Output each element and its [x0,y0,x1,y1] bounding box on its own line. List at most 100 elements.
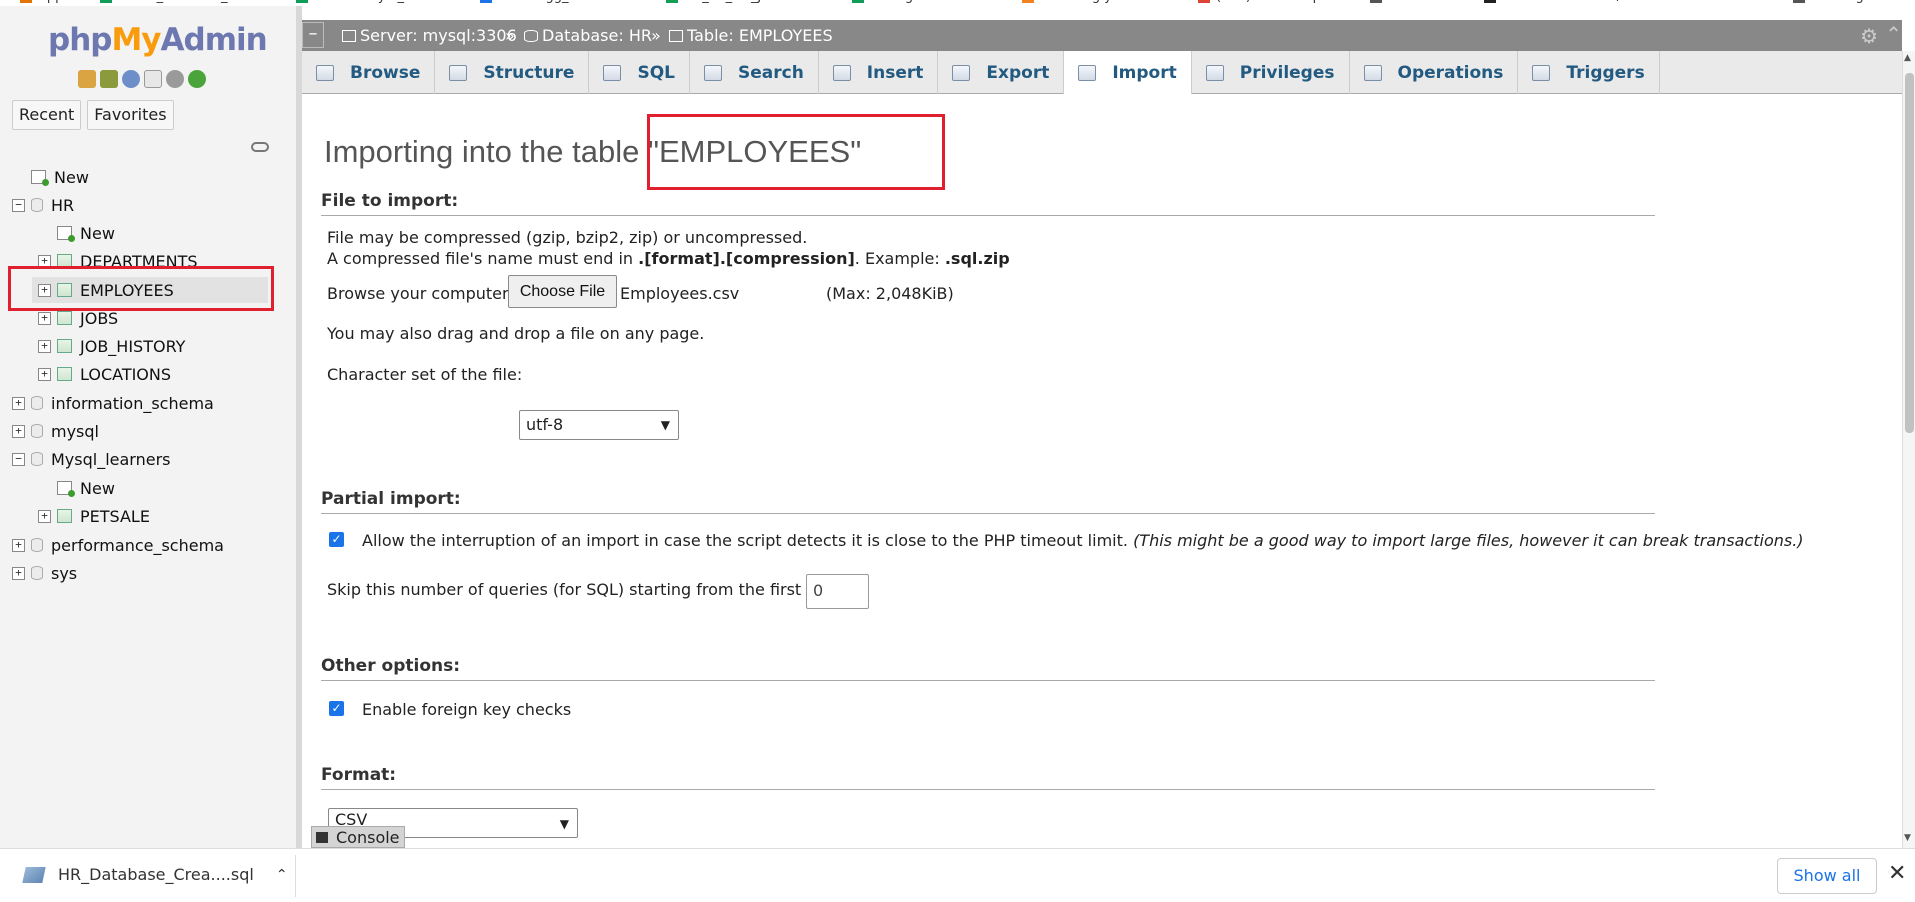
charset-select[interactable]: utf-8 ▼ [519,410,679,440]
expand-icon[interactable]: + [38,311,51,325]
collapse-nav-button[interactable]: – [302,22,324,48]
tree-item-petsale[interactable]: + PETSALE [38,503,150,529]
tab-export[interactable]: Export [938,51,1065,94]
tab-insert[interactable]: Insert [819,51,939,94]
bookmark-item[interactable]: Checking your brow... [1022,0,1181,4]
server-icon [342,30,356,42]
tree-item-label: JOB_HISTORY [80,336,186,356]
tab-search[interactable]: Search [690,51,819,94]
tree-item-locations[interactable]: + LOCATIONS [38,361,171,387]
tree-item-employees[interactable]: + EMPLOYEES [32,277,268,303]
bookmark-item[interactable]: Reading list [1793,0,1887,4]
expand-icon[interactable]: + [38,283,51,297]
reload-icon[interactable] [188,70,206,88]
close-icon[interactable]: ✕ [1888,861,1906,886]
main-scrollbar[interactable]: ▲ ▼ [1902,51,1915,848]
bookmark-item[interactable]: (234) Lens People [1198,0,1332,4]
collapse-icon[interactable]: − [12,452,25,466]
bookmark-item[interactable]: www.geeks.com [852,0,975,4]
tree-item-job-history[interactable]: + JOB_HISTORY [38,333,185,359]
tab-privileges[interactable]: Privileges [1192,51,1350,94]
favorites-button[interactable]: Favorites [87,100,174,130]
settings-gear-icon[interactable]: ⚙ [1860,24,1878,48]
sql-icon [603,64,622,81]
bookmark-item[interactable]: Count_Students_Sum... [100,0,269,4]
tab-browse[interactable]: Browse [302,51,436,94]
tab-operations[interactable]: Operations [1350,51,1519,94]
new-item-icon [31,170,49,186]
logout-icon[interactable] [100,70,118,88]
allow-interrupt-label: Allow the interruption of an import in c… [362,531,1804,550]
tree-item-mysql[interactable]: + mysql [12,418,99,444]
console-toggle[interactable]: Console [311,826,405,848]
show-all-button[interactable]: Show all [1777,858,1877,894]
tree-item-departments[interactable]: + DEPARTMENTS [38,248,198,274]
chevron-up-icon[interactable]: ⌃ [276,867,288,883]
recent-button[interactable]: Recent [12,100,82,130]
tree-item-label: HR [51,195,75,215]
table-tabs: Browse Structure SQL Search Insert Export Impo… [302,51,1902,95]
logo-admin: Admin [160,22,268,58]
scroll-up-icon[interactable]: ▲ [1904,53,1911,63]
quick-icons [78,70,206,88]
choose-file-button[interactable]: Choose File [508,275,617,308]
database-icon [31,424,43,438]
docs-icon[interactable] [144,70,162,88]
download-separator [295,855,296,897]
tree-item-new[interactable]: New [12,164,89,190]
expand-icon[interactable]: + [12,396,25,410]
tree-item-label: LOCATIONS [80,364,172,384]
bookmark-item[interactable]: Lokaliminds-2023/... [1484,0,1634,4]
format-section-heading: Format: [321,765,1655,790]
expand-icon[interactable]: + [38,254,51,268]
expand-icon[interactable]: + [12,538,25,552]
fk-checks-checkbox[interactable]: ✓ [329,701,344,716]
bookmark-item[interactable]: DE_BT_DB_Journal... [666,0,815,4]
new-item-icon [57,481,75,497]
tree-item-new[interactable]: New [38,220,115,246]
scrollbar-thumb[interactable] [1905,73,1914,433]
tree-item-label: DEPARTMENTS [80,251,198,271]
breadcrumb-server[interactable]: Server: mysql:3306 [342,26,517,45]
tree-item-sys[interactable]: + sys [12,560,77,586]
scroll-down-icon[interactable]: ▼ [1904,833,1911,843]
breadcrumb-table[interactable]: Table: EMPLOYEES [669,26,833,45]
expand-icon[interactable]: + [12,566,25,580]
sheets-icon [852,0,864,3]
link-with-main-icon[interactable] [251,142,269,152]
tree-item-performance-schema[interactable]: + performance_schema [12,532,224,558]
phpmyadmin-logo[interactable]: phpMyAdmin [48,22,268,58]
tree-item-label: sys [51,563,78,583]
database-icon [31,198,43,212]
file-section-heading: File to import: [321,191,1655,216]
bookmark-item[interactable]: Apps [20,0,70,4]
skip-queries-input[interactable]: 0 [806,574,869,609]
search-icon [703,64,722,81]
bookmark-item[interactable]: New Tab [1370,0,1443,4]
tree-item-mysql-learners[interactable]: − Mysql_learners [12,446,171,472]
allow-interrupt-checkbox[interactable]: ✓ [329,532,344,547]
tab-triggers[interactable]: Triggers [1518,51,1660,94]
home-icon[interactable] [78,70,96,88]
expand-icon[interactable]: + [38,339,51,353]
help-icon[interactable] [122,70,140,88]
tree-item-new[interactable]: New [38,475,115,501]
breadcrumb-database[interactable]: Database: HR [524,26,652,45]
tree-item-jobs[interactable]: + JOBS [38,305,118,331]
breadcrumb-sep: » [651,26,661,45]
bookmark-item[interactable]: Data Analyst_Assessm... [296,0,473,4]
max-size-note: (Max: 2,048KiB) [826,284,954,303]
collapse-icon[interactable]: − [12,198,25,212]
tree-item-hr[interactable]: − HR [12,192,74,218]
tab-sql[interactable]: SQL [589,51,690,94]
expand-icon[interactable]: + [12,424,25,438]
bookmark-item[interactable]: DataEngg_Essentials [480,0,634,4]
settings-icon[interactable] [166,70,184,88]
tab-structure[interactable]: Structure [435,51,590,94]
expand-icon[interactable]: + [38,367,51,381]
tab-import[interactable]: Import [1064,51,1192,95]
collapse-top-icon[interactable]: ⌃ [1885,22,1902,46]
expand-icon[interactable]: + [38,509,51,523]
tree-item-information-schema[interactable]: + information_schema [12,390,214,416]
download-item[interactable]: HR_Database_Crea....sql ⌃ [22,865,288,884]
